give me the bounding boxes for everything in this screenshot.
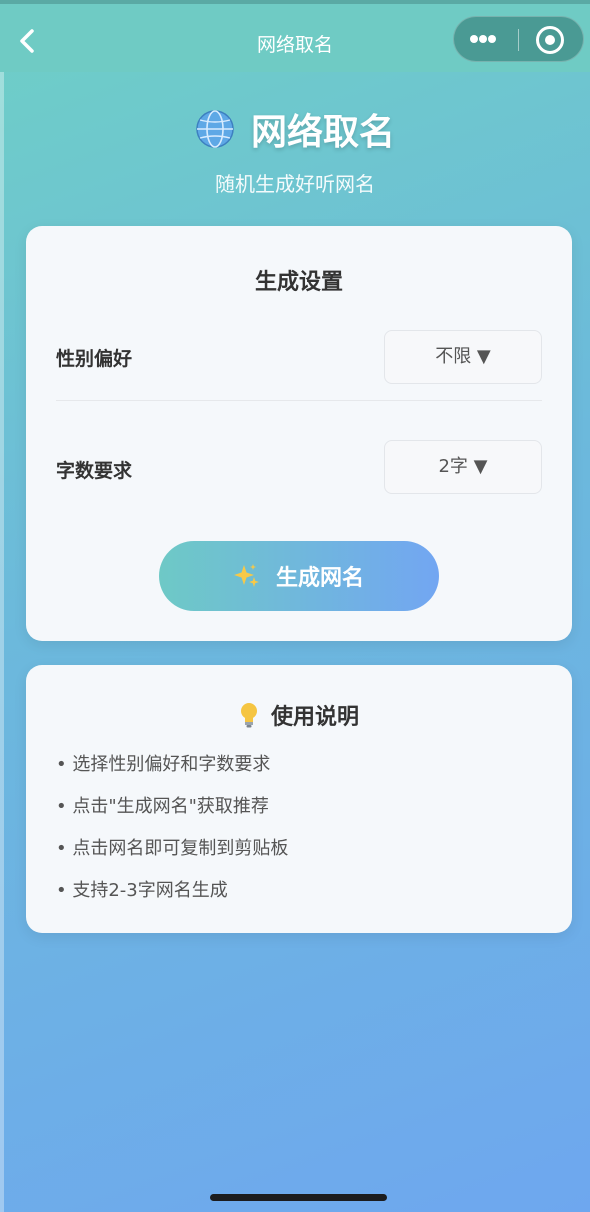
page-header: 网络取名 随机生成好听网名 — [0, 100, 590, 197]
help-item: • 支持2-3字网名生成 — [56, 880, 228, 901]
length-select[interactable]: 2字 ▼ — [384, 440, 542, 494]
divider — [56, 400, 542, 401]
home-indicator — [210, 1194, 387, 1201]
more-icon[interactable] — [470, 27, 510, 51]
help-list: • 选择性别偏好和字数要求 • 点击"生成网名"获取推荐 • 点击网名即可复制到… — [56, 751, 288, 919]
mini-program-capsule — [453, 16, 584, 62]
help-title: 使用说明 — [270, 705, 359, 730]
generate-button[interactable]: 生成网名 — [159, 541, 439, 611]
navigation-bar: 网络取名 — [0, 0, 590, 72]
globe-icon — [196, 110, 234, 148]
help-title-row: 使用说明 — [26, 699, 572, 731]
sparkle-icon — [233, 564, 259, 587]
length-label: 字数要求 — [56, 460, 133, 482]
help-item: • 点击网名即可复制到剪贴板 — [56, 838, 289, 859]
close-target-icon[interactable] — [536, 26, 564, 54]
help-card: 使用说明 • 选择性别偏好和字数要求 • 点击"生成网名"获取推荐 • 点击网名… — [26, 665, 572, 933]
help-item: • 点击"生成网名"获取推荐 — [56, 796, 269, 817]
capsule-divider — [518, 29, 519, 51]
generate-label: 生成网名 — [275, 566, 364, 591]
gender-select[interactable]: 不限 ▼ — [384, 330, 542, 384]
page-title: 网络取名 — [250, 112, 395, 153]
lightbulb-icon — [240, 703, 257, 728]
help-item: • 选择性别偏好和字数要求 — [56, 754, 271, 775]
gender-label: 性别偏好 — [56, 348, 133, 370]
settings-title: 生成设置 — [254, 270, 343, 295]
settings-card: 生成设置 性别偏好 不限 ▼ 字数要求 2字 ▼ 生成网名 — [26, 226, 572, 641]
page-subtitle: 随机生成好听网名 — [215, 172, 375, 196]
